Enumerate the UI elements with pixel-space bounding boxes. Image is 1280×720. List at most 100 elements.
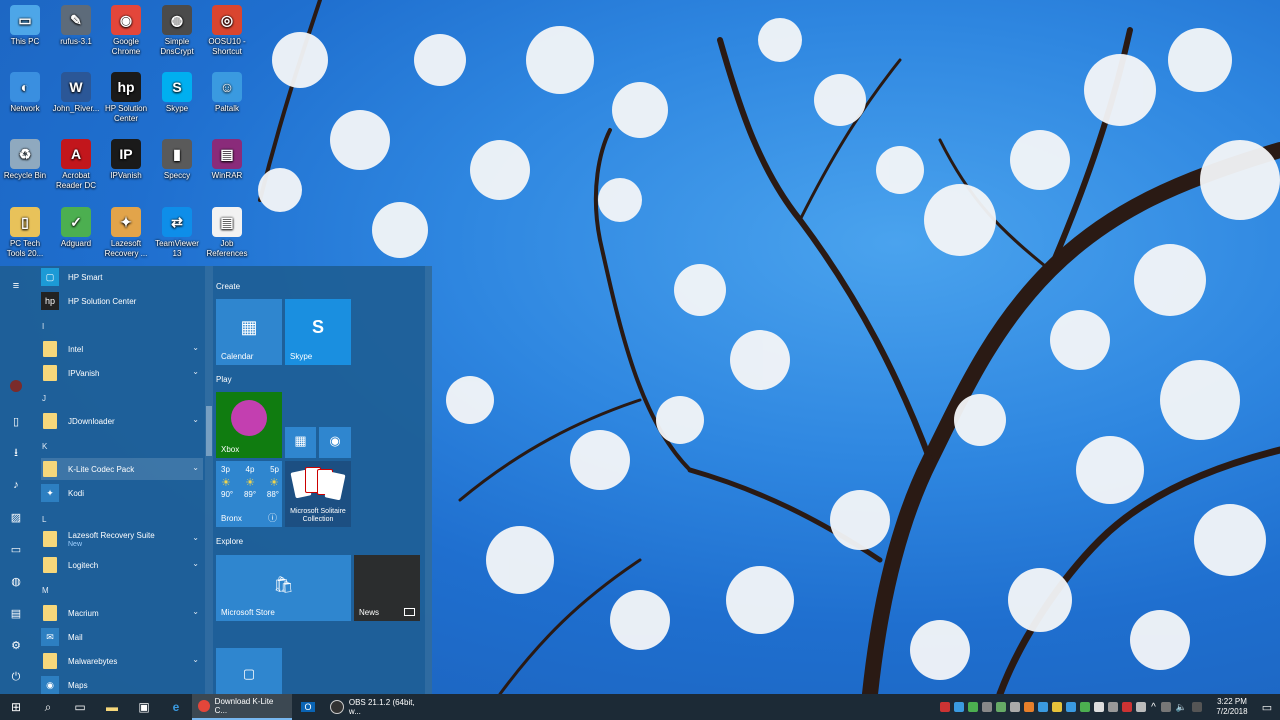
volume-icon[interactable]: 🔈: [1176, 702, 1187, 713]
tile-microsoft-store[interactable]: 🛍 Microsoft Store: [216, 555, 351, 621]
tray-icon[interactable]: [1038, 702, 1049, 712]
desktop-icon[interactable]: ◍ Simple DnsCrypt: [152, 5, 202, 57]
tile-recycle[interactable]: ▢: [216, 648, 282, 694]
tile-xbox[interactable]: Xbox: [216, 392, 282, 458]
tray-icon[interactable]: [954, 702, 965, 712]
tray-icon[interactable]: [1094, 702, 1105, 712]
keyboard-icon[interactable]: [1192, 702, 1202, 712]
chevron-down-icon[interactable]: ⌄: [192, 607, 199, 616]
desktop-icon[interactable]: S Skype: [152, 72, 202, 114]
taskbar-app-chrome[interactable]: Download K-Lite C...: [192, 694, 292, 720]
tile-calculator[interactable]: ▦: [285, 427, 316, 458]
task-view-button[interactable]: ▭: [64, 694, 96, 720]
avatar[interactable]: [10, 380, 22, 392]
search-button[interactable]: ⌕: [32, 694, 64, 720]
desktop-icon[interactable]: ✓ Adguard: [51, 207, 101, 249]
desktop-icon[interactable]: ▯ PC Tech Tools 20...: [0, 207, 50, 259]
network-icon[interactable]: ◍: [8, 573, 24, 589]
pictures-icon[interactable]: ▨: [8, 509, 24, 525]
desktop-icon[interactable]: ♻ Recycle Bin: [0, 139, 50, 181]
downloads-icon[interactable]: ⭳: [8, 445, 24, 461]
tile-news[interactable]: News: [354, 555, 420, 621]
tray-icon[interactable]: [996, 702, 1007, 712]
desktop-icon[interactable]: ◐ Network: [0, 72, 50, 114]
app-item[interactable]: ◉ Maps: [41, 674, 203, 696]
chevron-down-icon[interactable]: ⌄: [192, 415, 199, 424]
network-icon[interactable]: [1160, 702, 1171, 712]
tray-icon[interactable]: [1052, 702, 1063, 712]
tray-icon[interactable]: [1122, 702, 1133, 712]
music-icon[interactable]: ♪: [8, 477, 24, 493]
desktop-icon[interactable]: ⇄ TeamViewer 13: [152, 207, 202, 259]
clock[interactable]: 3:22 PM 7/2/2018: [1210, 697, 1254, 717]
section-letter[interactable]: M: [42, 586, 49, 595]
app-folder[interactable]: Lazesoft Recovery Suite New ⌄: [41, 528, 203, 550]
start-button[interactable]: ⊞: [0, 694, 32, 720]
section-letter[interactable]: I: [42, 322, 44, 331]
desktop-icon[interactable]: ◎ OOSU10 - Shortcut: [202, 5, 252, 57]
videos-icon[interactable]: ▭: [8, 541, 24, 557]
tray-icon[interactable]: [968, 702, 979, 712]
chevron-down-icon[interactable]: ⌄: [192, 367, 199, 376]
settings-icon[interactable]: ⚙: [8, 637, 24, 653]
tile-weather[interactable]: 3p 4p 5p ☀ ☀ ☀ 90° 89° 88° Bronx ⓘ: [216, 461, 282, 527]
app-folder[interactable]: Macrium ⌄: [41, 602, 203, 624]
chevron-down-icon[interactable]: ⌄: [192, 533, 199, 542]
app-folder[interactable]: IPVanish ⌄: [41, 362, 203, 384]
app-folder[interactable]: Malwarebytes ⌄: [41, 650, 203, 672]
app-folder[interactable]: JDownloader ⌄: [41, 410, 203, 432]
chevron-down-icon[interactable]: ⌄: [192, 343, 199, 352]
desktop-icon[interactable]: IP IPVanish: [101, 139, 151, 181]
section-letter[interactable]: K: [42, 442, 47, 451]
desktop-icon[interactable]: ◉ Google Chrome: [101, 5, 151, 57]
section-letter[interactable]: J: [42, 394, 46, 403]
edge-button[interactable]: e: [160, 694, 192, 720]
desktop-icon[interactable]: W John_River...: [51, 72, 101, 114]
file-explorer-button[interactable]: ▬: [96, 694, 128, 720]
outlook-button[interactable]: O: [292, 694, 324, 720]
tile-camera[interactable]: ◉: [319, 427, 351, 458]
app-item[interactable]: ✉ Mail: [41, 626, 203, 648]
desktop-icon[interactable]: ☺ Paltalk: [202, 72, 252, 114]
tray-icon[interactable]: [940, 702, 951, 712]
tray-icon[interactable]: [1010, 702, 1021, 712]
tiles-scrollbar[interactable]: [425, 266, 432, 694]
chevron-down-icon[interactable]: ⌄: [192, 463, 199, 472]
chevron-down-icon[interactable]: ⌄: [192, 559, 199, 568]
desktop-icon[interactable]: ▤ Job References: [202, 207, 252, 259]
desktop-icon[interactable]: A Acrobat Reader DC: [51, 139, 101, 191]
app-item[interactable]: hp HP Solution Center: [41, 290, 203, 312]
desktop-icon[interactable]: ✦ Lazesoft Recovery ...: [101, 207, 151, 259]
taskbar-app-obs[interactable]: OBS 21.1.2 (64bit, w...: [324, 694, 434, 720]
desktop-icon[interactable]: ✎ rufus-3.1: [51, 5, 101, 47]
desktop-icon[interactable]: ▮ Speccy: [152, 139, 202, 181]
documents-icon[interactable]: ▯: [8, 413, 24, 429]
app-item[interactable]: ▢ HP Smart: [41, 266, 203, 288]
action-center-button[interactable]: ▭: [1254, 694, 1280, 720]
tile-solitaire[interactable]: Microsoft Solitaire Collection: [285, 461, 351, 527]
tray-icon[interactable]: [982, 702, 993, 712]
chevron-down-icon[interactable]: ⌄: [192, 655, 199, 664]
file-explorer-icon[interactable]: ▤: [8, 605, 24, 621]
desktop-icon[interactable]: ▤ WinRAR: [202, 139, 252, 181]
app-item[interactable]: ✦ Kodi: [41, 482, 203, 504]
tray-icon[interactable]: [1066, 702, 1077, 712]
menu-icon[interactable]: ≡: [8, 278, 24, 294]
store-button[interactable]: ▣: [128, 694, 160, 720]
section-letter[interactable]: L: [42, 515, 46, 524]
app-list-scrollbar[interactable]: [205, 266, 213, 694]
tray-icon[interactable]: [1080, 702, 1091, 712]
desktop-icon[interactable]: ▭ This PC: [0, 5, 50, 47]
tile-skype[interactable]: S Skype: [285, 299, 351, 365]
app-folder[interactable]: Logitech ⌄: [41, 554, 203, 576]
show-hidden-icons-icon[interactable]: ^: [1151, 702, 1156, 713]
scrollbar-thumb[interactable]: [206, 406, 212, 456]
app-folder[interactable]: Intel ⌄: [41, 338, 203, 360]
tray-icon[interactable]: [1024, 702, 1035, 712]
tray-icon[interactable]: [1108, 702, 1119, 712]
desktop-icon[interactable]: hp HP Solution Center: [101, 72, 151, 124]
power-icon[interactable]: ⏻: [8, 669, 24, 685]
tile-calendar[interactable]: ▦ Calendar: [216, 299, 282, 365]
app-folder[interactable]: K-Lite Codec Pack ⌄: [41, 458, 203, 480]
tray-icon[interactable]: [1136, 702, 1147, 712]
